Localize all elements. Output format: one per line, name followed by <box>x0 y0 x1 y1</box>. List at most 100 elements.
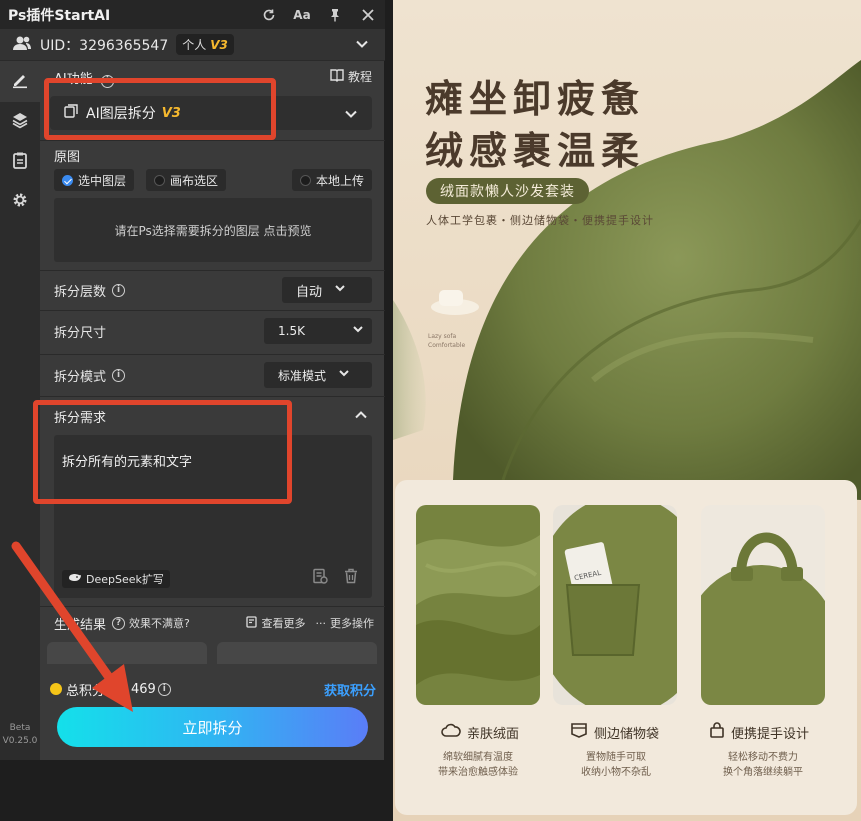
result-card[interactable] <box>217 642 377 664</box>
cup-caption-line: Lazy sofa <box>428 333 457 340</box>
divider <box>40 396 385 397</box>
annotation-box <box>33 400 292 504</box>
product-image: 瘫坐卸疲惫 绒感裹温柔 绒面款懒人沙发套装 人体工学包裹・侧边储物袋・便携提手设… <box>393 0 861 821</box>
feature-desc-line: 轻松移动不费力 <box>728 752 798 763</box>
feature-title-text: 便携提手设计 <box>731 726 810 742</box>
view-more-label: 查看更多 <box>261 617 306 630</box>
layers-param: 拆分层数 i 自动 <box>54 277 372 303</box>
cup-caption-line: Comfortable <box>428 342 466 349</box>
nav-clipboard[interactable] <box>0 142 40 182</box>
refresh-icon[interactable] <box>260 6 278 24</box>
feature-title-text: 亲肤绒面 <box>467 726 520 742</box>
clipboard-icon <box>12 151 28 173</box>
size-param: 拆分尺寸 1.5K <box>54 318 372 344</box>
info-icon[interactable]: i <box>112 283 126 297</box>
feature-desc-line: 收纳小物不杂乱 <box>581 767 651 778</box>
chevron-down-icon <box>344 107 358 125</box>
mode-select[interactable]: 标准模式 <box>264 362 372 388</box>
feature-desc: 绵软细腻有温度 带来治愈触感体验 <box>408 750 548 780</box>
feature-title-text: 侧边储物袋 <box>594 726 660 742</box>
feature-title: 亲肤绒面 <box>441 722 519 742</box>
feature-desc-line: 换个角落继续躺平 <box>723 767 803 778</box>
annotation-arrow <box>11 541 133 712</box>
trash-icon[interactable] <box>344 568 358 588</box>
chevron-up-icon[interactable] <box>354 408 368 426</box>
font-size-icon[interactable]: Aa <box>293 6 311 24</box>
view-more-button[interactable]: 查看更多 <box>245 615 306 631</box>
book-icon <box>330 68 344 85</box>
version-info: Beta V0.25.0 <box>0 722 40 748</box>
more-actions-button[interactable]: ··· 更多操作 <box>316 615 375 631</box>
mode-param: 拆分模式 i 标准模式 <box>54 362 372 388</box>
layers-select[interactable]: 自动 <box>282 277 372 303</box>
tutorial-link[interactable]: 教程 <box>330 68 372 85</box>
nav-settings[interactable] <box>0 182 40 222</box>
user-bar: UID：3296365547 个人 V3 <box>0 29 385 61</box>
source-option-local-upload[interactable]: 本地上传 <box>291 169 372 191</box>
handle-photo <box>701 505 825 705</box>
more-actions-label: 更多操作 <box>330 617 374 630</box>
ellipsis-icon: ··· <box>315 616 327 630</box>
window-title: Ps插件StartAI <box>8 7 111 24</box>
nav-layers[interactable] <box>0 102 40 142</box>
radio-icon <box>299 174 311 186</box>
divider <box>40 354 385 355</box>
mode-label: 拆分模式 <box>54 369 107 385</box>
info-icon[interactable]: i <box>112 368 126 382</box>
feature-title: 便携提手设计 <box>709 722 809 742</box>
mode-value: 标准模式 <box>278 368 327 383</box>
feature-desc: 置物随手可取 收纳小物不杂乱 <box>546 750 686 780</box>
chevron-down-icon <box>334 282 346 298</box>
close-icon[interactable] <box>359 6 377 24</box>
size-label: 拆分尺寸 <box>54 325 107 341</box>
history-icon[interactable] <box>312 568 328 588</box>
edit-icon <box>11 71 29 93</box>
size-select[interactable]: 1.5K <box>264 318 372 344</box>
version-badge: V3 <box>210 37 228 52</box>
source-option-label: 画布选区 <box>170 173 219 188</box>
feature-desc-line: 带来治愈触感体验 <box>438 767 518 778</box>
layers-value: 自动 <box>296 284 323 300</box>
annotation-box <box>44 78 276 140</box>
source-options: 选中图层 画布选区 本地上传 <box>54 169 372 191</box>
tutorial-label: 教程 <box>347 70 372 84</box>
size-value: 1.5K <box>278 324 305 338</box>
fabric-photo <box>416 505 540 705</box>
layers-icon <box>11 111 29 133</box>
chevron-down-icon[interactable] <box>355 37 369 55</box>
product-subline: 人体工学包裹・侧边储物袋・便携提手设计 <box>426 214 654 227</box>
source-label: 原图 <box>54 150 81 165</box>
radio-checked-icon <box>62 174 73 186</box>
pocket-icon <box>570 722 588 742</box>
get-points-link[interactable]: 获取积分 <box>324 680 376 699</box>
feature-title: 侧边储物袋 <box>570 722 659 742</box>
divider <box>40 310 385 311</box>
gear-icon <box>12 192 28 212</box>
nav-edit[interactable] <box>0 62 40 102</box>
info-icon[interactable]: i <box>157 682 171 696</box>
beta-label: Beta <box>9 723 31 733</box>
radio-icon <box>154 174 166 186</box>
source-option-selected-layer[interactable]: 选中图层 <box>54 169 135 191</box>
pin-icon[interactable] <box>326 6 344 24</box>
source-option-label: 本地上传 <box>315 173 364 188</box>
title-bar-icons: Aa <box>260 0 377 29</box>
feature-desc: 轻松移动不费力 换个角落继续躺平 <box>693 750 833 780</box>
plan-label: 个人 <box>182 38 207 52</box>
source-option-canvas-selection[interactable]: 画布选区 <box>146 169 227 191</box>
cup-caption: Lazy sofa Comfortable <box>428 332 465 350</box>
preview-area[interactable]: 请在Ps选择需要拆分的图层 点击预览 <box>54 198 372 262</box>
headline-line-1: 瘫坐卸疲惫 <box>425 76 646 121</box>
title-bar: Ps插件StartAI Aa <box>0 0 385 29</box>
source-option-label: 选中图层 <box>78 173 127 188</box>
user-icon <box>12 35 32 55</box>
pocket-photo: CEREAL <box>553 505 677 705</box>
plan-badge: 个人 V3 <box>176 34 234 55</box>
bag-icon <box>709 722 725 742</box>
user-id: UID：3296365547 <box>40 37 169 54</box>
textarea-tools <box>312 568 358 588</box>
view-icon <box>245 615 258 631</box>
divider <box>40 270 385 271</box>
chevron-down-icon <box>338 367 350 383</box>
version-number: V0.25.0 <box>2 736 38 746</box>
